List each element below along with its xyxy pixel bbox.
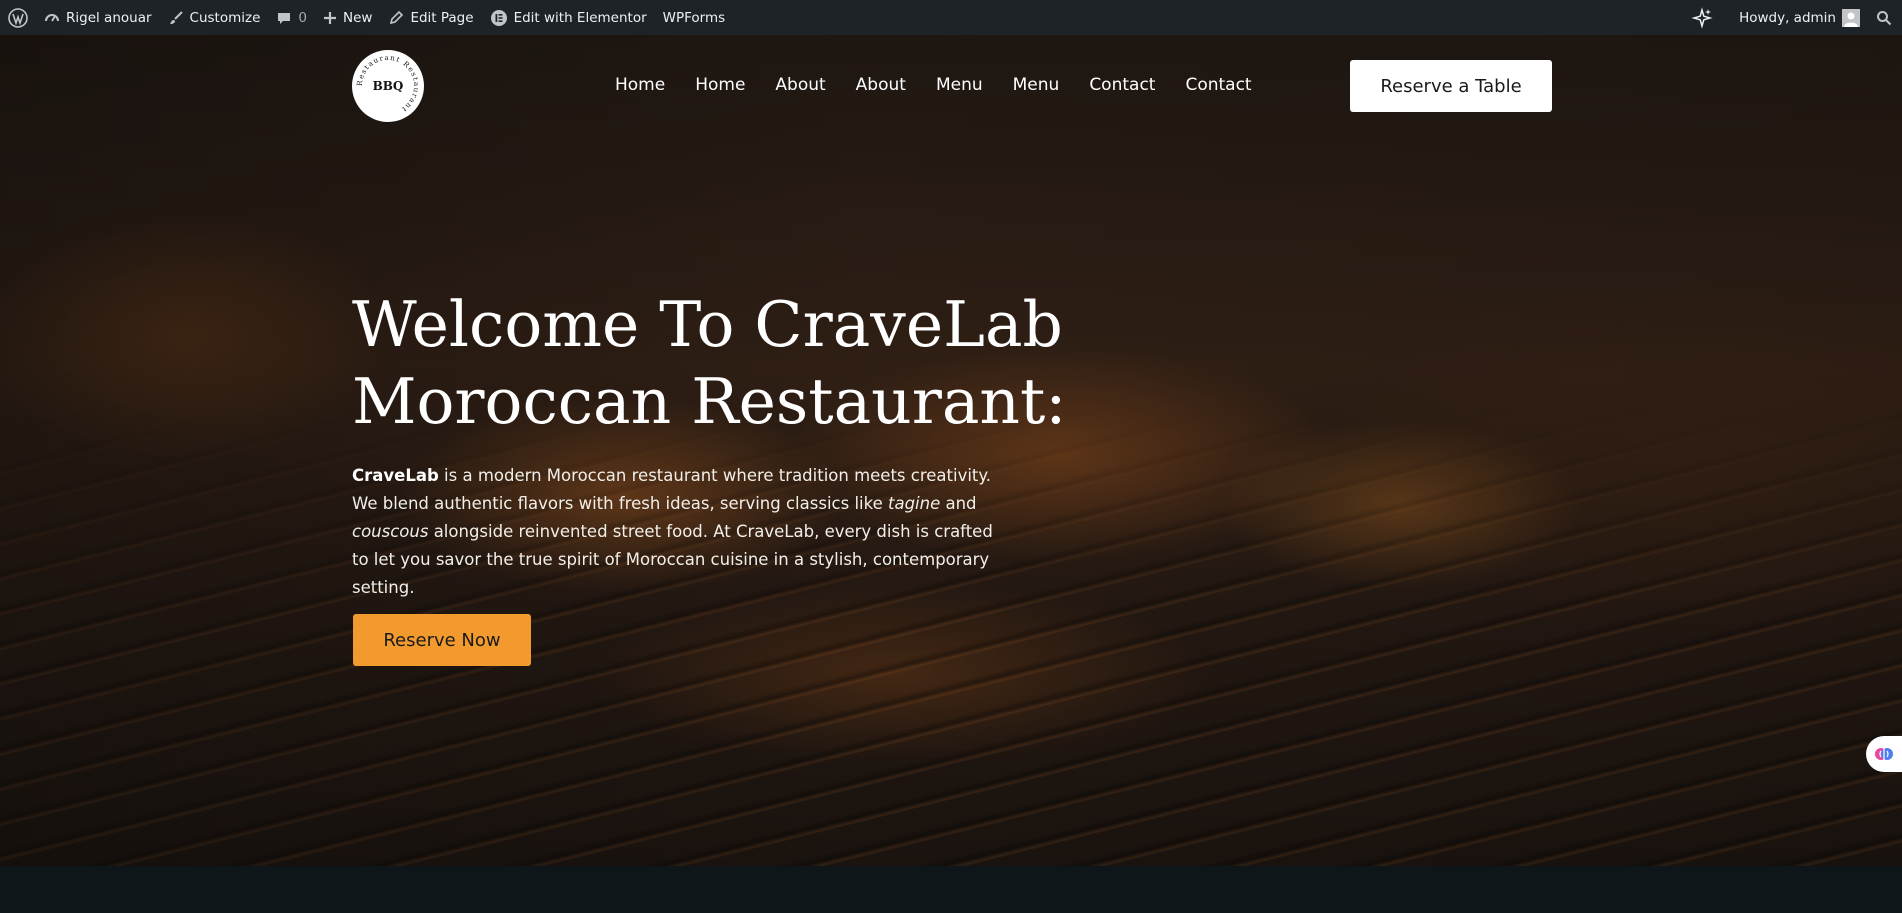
edit-page-label: Edit Page — [410, 9, 474, 26]
logo-ring-text: Restaurant Restaurant — [355, 53, 420, 115]
brain-icon — [1875, 748, 1893, 760]
edit-elementor-label: Edit with Elementor — [513, 9, 647, 26]
floating-assistant-widget[interactable] — [1866, 736, 1902, 772]
hero-title-line2: Moroccan Restaurant: — [352, 365, 1067, 438]
nav-item-menu[interactable]: Menu — [998, 75, 1075, 95]
hero-description: CraveLab is a modern Moroccan restaurant… — [352, 462, 1012, 602]
brand-name: CraveLab — [352, 466, 439, 485]
site-logo[interactable]: Restaurant Restaurant BBQ — [352, 50, 424, 122]
site-name-label: Rigel anouar — [66, 9, 152, 26]
customize-label: Customize — [189, 9, 261, 26]
main-nav: Home Home About About Menu Menu Contact … — [600, 35, 1267, 135]
description-and: and — [940, 494, 977, 513]
admin-bar-right: Howdy, admin — [1683, 0, 1902, 35]
dish-couscous: couscous — [352, 522, 429, 541]
pencil-icon — [390, 10, 404, 24]
next-section-band — [0, 866, 1902, 913]
my-account-menu[interactable]: Howdy, admin — [1731, 0, 1868, 35]
new-label: New — [342, 9, 373, 26]
customize-link[interactable]: Customize — [160, 0, 269, 35]
wordpress-menu[interactable] — [0, 0, 36, 35]
wpforms-label: WPForms — [662, 9, 726, 26]
comment-bubble-icon — [278, 12, 291, 24]
hero-title-line1: Welcome To CraveLab — [352, 288, 1063, 361]
elementor-icon — [490, 9, 507, 26]
nav-item-about[interactable]: About — [760, 75, 840, 95]
nav-item-home[interactable]: Home — [680, 75, 760, 95]
svg-text:Restaurant Restaurant: Restaurant Restaurant — [355, 53, 421, 115]
dish-tagine: tagine — [887, 494, 941, 513]
ai-assistant-button[interactable] — [1683, 0, 1731, 35]
site-header: Restaurant Restaurant BBQ Home Home Abou… — [0, 35, 1902, 135]
nav-item-contact[interactable]: Contact — [1170, 75, 1266, 95]
comments-count: 0 — [298, 9, 307, 26]
howdy-label: Howdy, admin — [1739, 9, 1836, 26]
nav-item-menu[interactable]: Menu — [921, 75, 998, 95]
admin-search[interactable] — [1868, 0, 1902, 35]
plus-icon — [323, 11, 336, 24]
wordpress-logo-icon — [8, 7, 28, 28]
site-name-menu[interactable]: Rigel anouar — [36, 0, 160, 35]
sparkles-icon — [1691, 6, 1713, 29]
reserve-now-button[interactable]: Reserve Now — [353, 614, 531, 666]
dashboard-icon — [45, 13, 59, 21]
hero-title: Welcome To CraveLab Moroccan Restaurant: — [352, 286, 1252, 440]
nav-item-contact[interactable]: Contact — [1074, 75, 1170, 95]
wpforms-menu[interactable]: WPForms — [655, 0, 734, 35]
reserve-table-button[interactable]: Reserve a Table — [1350, 60, 1552, 112]
hero-background — [0, 35, 1902, 866]
description-part2: alongside reinvented street food. At Cra… — [352, 522, 993, 597]
nav-item-home[interactable]: Home — [600, 75, 680, 95]
paintbrush-icon — [169, 10, 183, 24]
edit-elementor-link[interactable]: Edit with Elementor — [482, 0, 655, 35]
admin-bar-left: Rigel anouar Customize 0 New Edit Page E… — [0, 0, 733, 35]
new-content-menu[interactable]: New — [315, 0, 380, 35]
edit-page-link[interactable]: Edit Page — [380, 0, 481, 35]
search-icon — [1877, 10, 1892, 25]
comments-link[interactable]: 0 — [268, 0, 315, 35]
hero-overlay — [0, 35, 1902, 866]
nav-item-about[interactable]: About — [841, 75, 921, 95]
logo-ring: Restaurant Restaurant — [355, 53, 421, 115]
admin-bar: Rigel anouar Customize 0 New Edit Page E… — [0, 0, 1902, 35]
avatar-icon — [1842, 8, 1860, 27]
